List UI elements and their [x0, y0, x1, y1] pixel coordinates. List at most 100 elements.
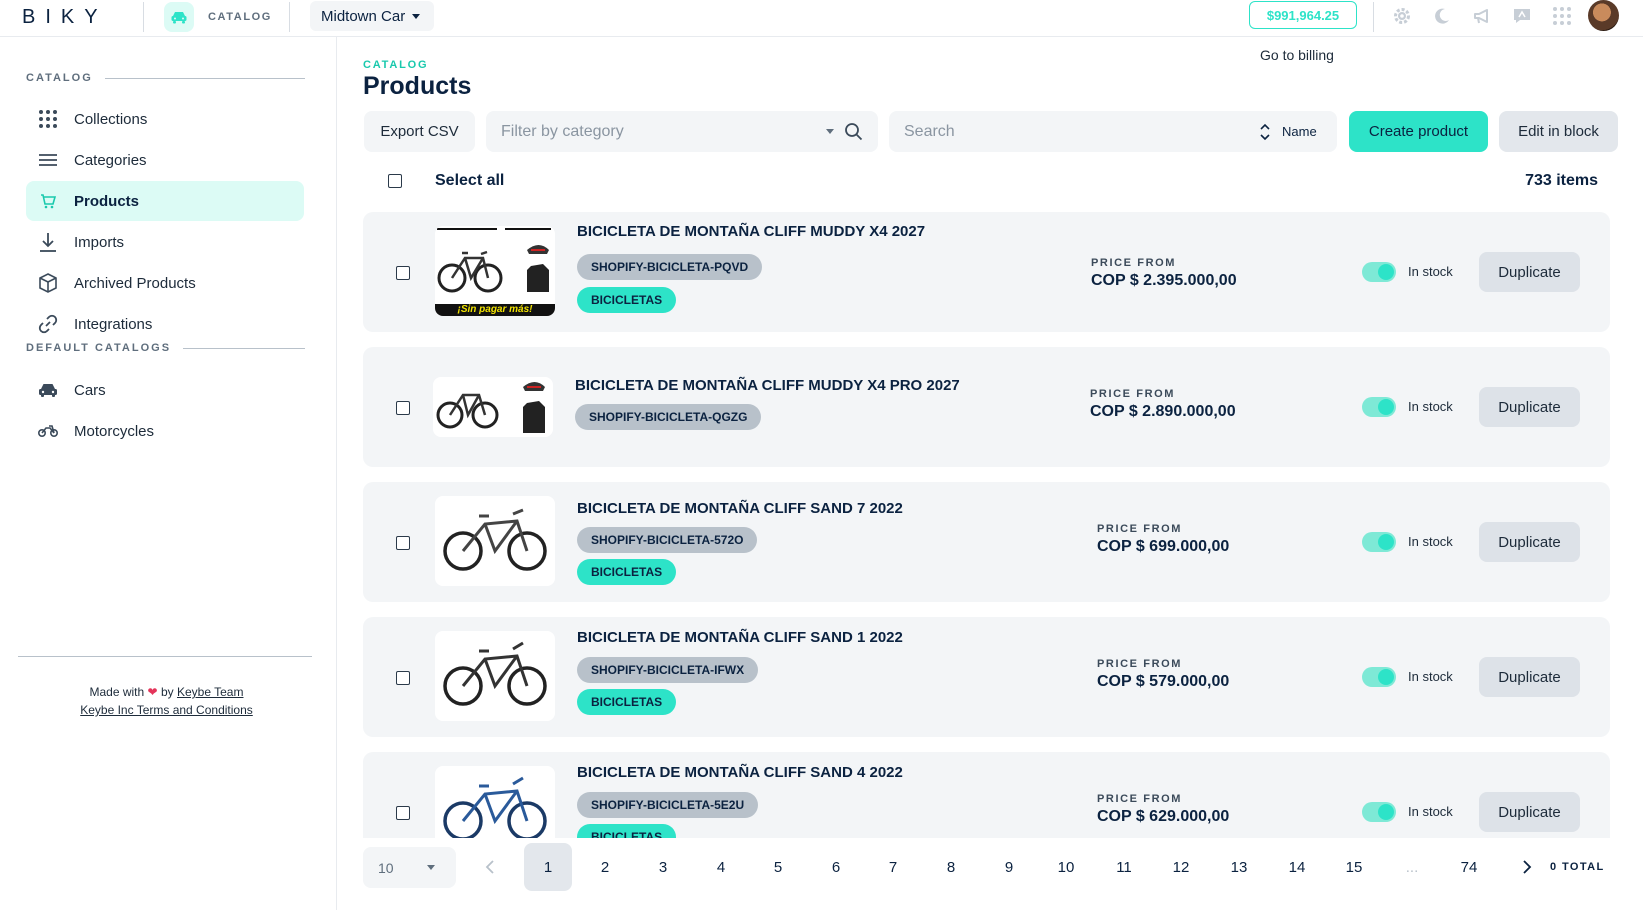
- product-name[interactable]: BICICLETA DE MONTAÑA CLIFF SAND 1 2022: [577, 629, 903, 646]
- page-12-button[interactable]: 12: [1157, 843, 1205, 891]
- page-11-button[interactable]: 11: [1100, 843, 1148, 891]
- cart-icon: [36, 189, 60, 213]
- page-2-button[interactable]: 2: [581, 843, 629, 891]
- in-stock-label: In stock: [1408, 534, 1453, 549]
- product-checkbox[interactable]: [396, 401, 410, 415]
- stock-toggle[interactable]: [1362, 262, 1396, 282]
- stock-toggle[interactable]: [1362, 532, 1396, 552]
- catalog-app-switch[interactable]: CATALOG: [164, 2, 272, 32]
- go-to-billing-link[interactable]: Go to billing: [1260, 47, 1334, 63]
- sidebar-item-label: Archived Products: [74, 274, 196, 292]
- per-page-select[interactable]: 10: [363, 847, 456, 888]
- terms-link[interactable]: Keybe Inc Terms and Conditions: [80, 703, 253, 717]
- sort-icon[interactable]: [1259, 122, 1271, 147]
- caret-down-icon: [427, 865, 435, 870]
- product-checkbox[interactable]: [396, 671, 410, 685]
- sidebar-item-label: Products: [74, 192, 140, 210]
- car-icon: [36, 378, 60, 402]
- moon-icon[interactable]: [1431, 5, 1453, 27]
- page-13-button[interactable]: 13: [1215, 843, 1263, 891]
- caret-down-icon: [412, 13, 421, 19]
- sidebar-item-categories[interactable]: Categories: [26, 140, 304, 180]
- category-tag: BICICLETAS: [577, 559, 677, 585]
- product-name[interactable]: BICICLETA DE MONTAÑA CLIFF MUDDY X4 2027: [577, 223, 925, 240]
- product-price: COP $ 2.890.000,00: [1090, 403, 1236, 420]
- sidebar-item-archived-products[interactable]: Archived Products: [26, 263, 304, 303]
- section-default-catalogs: DEFAULT CATALOGS: [26, 342, 306, 354]
- stock-toggle[interactable]: [1362, 667, 1396, 687]
- sidebar-item-products[interactable]: Products: [26, 181, 304, 221]
- sidebar-item-integrations[interactable]: Integrations: [26, 304, 304, 344]
- edit-in-block-button[interactable]: Edit in block: [1499, 111, 1618, 152]
- price-from-label: PRICE FROM: [1090, 388, 1176, 400]
- create-product-button[interactable]: Create product: [1349, 111, 1488, 152]
- category-tag: BICICLETAS: [577, 287, 677, 313]
- product-thumbnail[interactable]: ¡Sin pagar más!: [435, 226, 555, 316]
- product-price: COP $ 579.000,00: [1097, 673, 1230, 690]
- duplicate-button[interactable]: Duplicate: [1479, 522, 1580, 562]
- page-14-button[interactable]: 14: [1273, 843, 1321, 891]
- gear-icon[interactable]: [1391, 5, 1413, 27]
- product-thumbnail[interactable]: [435, 631, 555, 721]
- page-1-button[interactable]: 1: [524, 843, 572, 891]
- motorcycle-icon: [36, 419, 60, 443]
- search-placeholder: Search: [904, 122, 955, 140]
- divider: [143, 2, 144, 32]
- product-thumbnail[interactable]: [435, 766, 555, 838]
- breadcrumb: CATALOG: [363, 59, 429, 71]
- duplicate-button[interactable]: Duplicate: [1479, 387, 1580, 427]
- category-tag: BICICLETAS: [577, 824, 677, 838]
- page-6-button[interactable]: 6: [812, 843, 860, 891]
- sidebar-item-collections[interactable]: Collections: [26, 99, 304, 139]
- product-name[interactable]: BICICLETA DE MONTAÑA CLIFF SAND 7 2022: [577, 500, 903, 517]
- prev-page-button[interactable]: [466, 843, 514, 891]
- duplicate-button[interactable]: Duplicate: [1479, 792, 1580, 832]
- select-all-checkbox[interactable]: [388, 174, 402, 188]
- product-checkbox[interactable]: [396, 806, 410, 820]
- select-all-label[interactable]: Select all: [435, 172, 504, 190]
- page-10-button[interactable]: 10: [1042, 843, 1090, 891]
- sort-field-label[interactable]: Name: [1282, 124, 1317, 139]
- company-selector[interactable]: Midtown Car: [310, 1, 435, 31]
- search-input[interactable]: Search Name: [889, 111, 1337, 152]
- product-name[interactable]: BICICLETA DE MONTAÑA CLIFF SAND 4 2022: [577, 764, 903, 781]
- next-page-button[interactable]: [1503, 843, 1551, 891]
- caret-down-icon[interactable]: [826, 129, 834, 134]
- sidebar-footer: Made with ❤ by Keybe Team Keybe Inc Term…: [0, 683, 333, 719]
- product-card: BICICLETA DE MONTAÑA CLIFF SAND 4 2022 S…: [363, 752, 1610, 838]
- sidebar-item-motorcycles[interactable]: Motorcycles: [26, 411, 304, 451]
- biky-logo[interactable]: BIKY: [22, 6, 108, 29]
- page-5-button[interactable]: 5: [754, 843, 802, 891]
- search-icon[interactable]: [844, 122, 863, 146]
- stock-toggle[interactable]: [1362, 802, 1396, 822]
- page-15-button[interactable]: 15: [1330, 843, 1378, 891]
- balance-badge[interactable]: $991,964.25: [1249, 1, 1357, 29]
- product-name[interactable]: BICICLETA DE MONTAÑA CLIFF MUDDY X4 PRO …: [575, 377, 960, 394]
- apps-grid-icon[interactable]: [1551, 5, 1573, 27]
- price-from-label: PRICE FROM: [1097, 793, 1183, 805]
- product-checkbox[interactable]: [396, 266, 410, 280]
- page-8-button[interactable]: 8: [927, 843, 975, 891]
- top-bar: BIKY CATALOG Midtown Car $991,964.25: [0, 0, 1643, 37]
- page-3-button[interactable]: 3: [639, 843, 687, 891]
- category-filter[interactable]: Filter by category: [486, 111, 878, 152]
- stock-toggle[interactable]: [1362, 397, 1396, 417]
- export-csv-button[interactable]: Export CSV: [364, 111, 475, 152]
- sidebar-item-cars[interactable]: Cars: [26, 370, 304, 410]
- page-7-button[interactable]: 7: [869, 843, 917, 891]
- keybe-team-link[interactable]: Keybe Team: [177, 685, 244, 699]
- product-checkbox[interactable]: [396, 536, 410, 550]
- product-thumbnail[interactable]: [433, 377, 553, 437]
- page-4-button[interactable]: 4: [697, 843, 745, 891]
- avatar[interactable]: [1588, 0, 1619, 31]
- sidebar-item-imports[interactable]: Imports: [26, 222, 304, 262]
- product-price: COP $ 2.395.000,00: [1091, 272, 1237, 289]
- page-74-button[interactable]: 74: [1445, 843, 1493, 891]
- megaphone-icon[interactable]: [1471, 5, 1493, 27]
- duplicate-button[interactable]: Duplicate: [1479, 657, 1580, 697]
- sku-tag: SHOPIFY-BICICLETA-572O: [577, 527, 758, 553]
- duplicate-button[interactable]: Duplicate: [1479, 252, 1580, 292]
- product-thumbnail[interactable]: [435, 496, 555, 586]
- page-9-button[interactable]: 9: [985, 843, 1033, 891]
- chat-icon[interactable]: [1511, 5, 1533, 27]
